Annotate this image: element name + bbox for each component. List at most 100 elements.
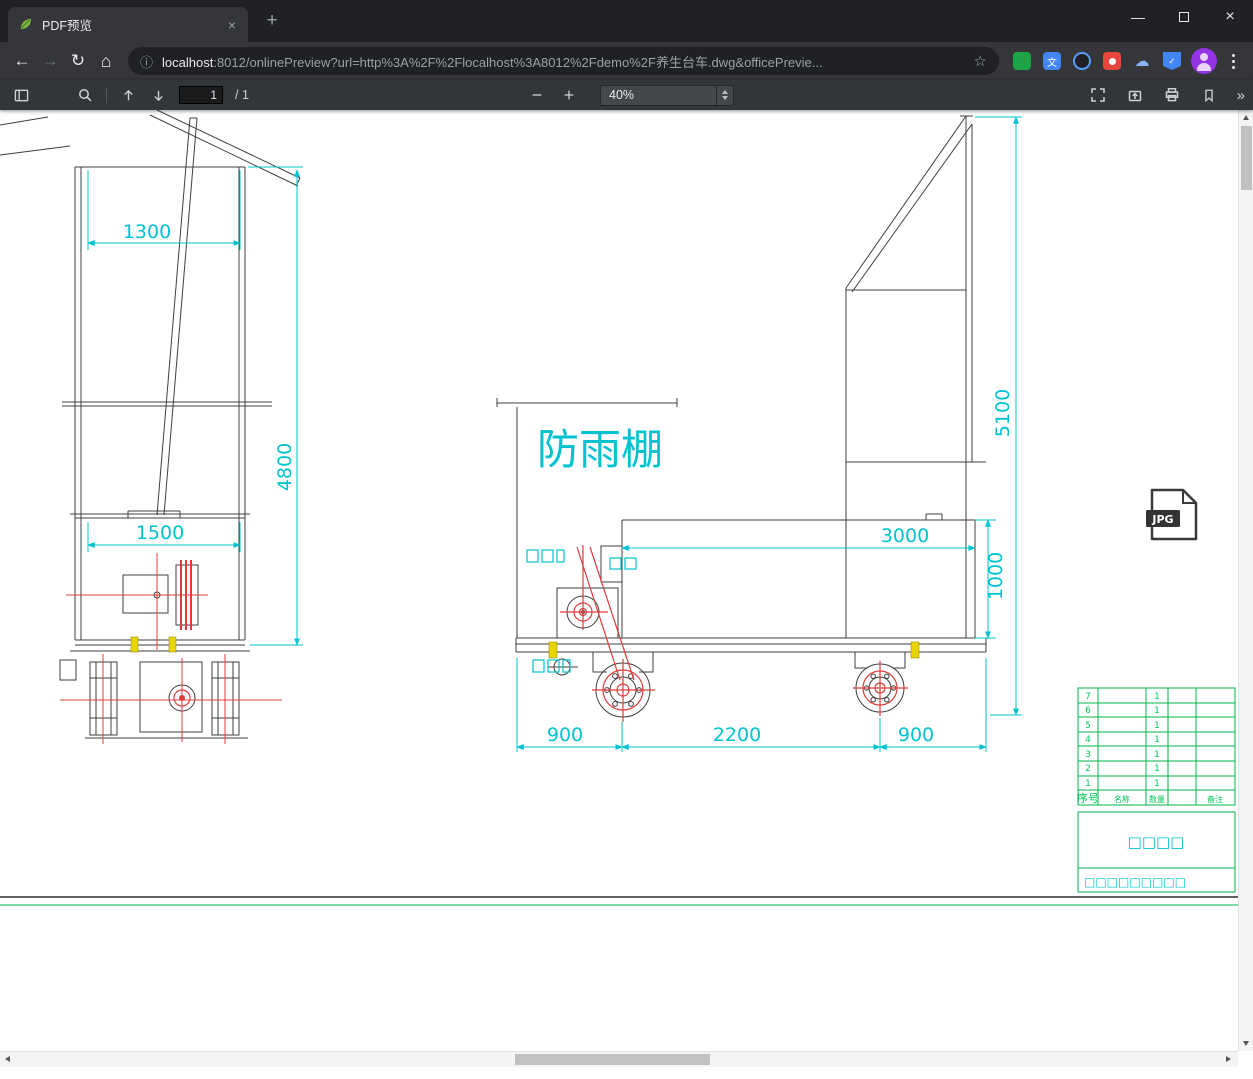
url-host: localhost [162,54,214,70]
scroll-right-arrow-icon[interactable] [1226,1056,1231,1062]
zoom-value: 40% [609,88,635,102]
page-number-input[interactable] [179,86,223,104]
profile-avatar[interactable] [1191,48,1217,74]
tb-row-qty: 1 [1154,692,1160,702]
new-tab-button[interactable]: + [260,9,284,33]
scroll-left-arrow-icon[interactable] [5,1056,10,1062]
window-title-bar: PDF预览 × + — × [0,0,1253,42]
scroll-down-arrow-icon[interactable] [1243,1041,1249,1046]
site-info-icon[interactable]: ⓘ [140,52,153,71]
tb-row-qty: 1 [1154,779,1160,789]
tb-row-no: 7 [1085,692,1091,702]
zoom-out-icon[interactable] [528,86,546,104]
more-tools-chevron-icon[interactable]: » [1237,88,1245,103]
shield-extension-icon[interactable]: ✓ [1163,52,1181,70]
zoom-in-icon[interactable] [560,86,578,104]
close-button[interactable]: × [1207,0,1253,33]
search-icon[interactable] [76,86,94,104]
maximize-icon [1179,11,1189,22]
window-controls: — × [1115,0,1253,33]
toolbar-separator [106,87,107,103]
dim-label-900-right: 900 [898,724,934,746]
print-icon[interactable] [1163,86,1181,104]
pdf-content: 1300 4800 1500 3000 1000 5100 900 2200 9… [0,110,1253,1079]
dim-label-1300: 1300 [123,221,171,243]
horizontal-scrollbar-row [0,1051,1253,1067]
horizontal-scrollbar[interactable] [0,1051,1238,1067]
tb-header-note: 备注 [1207,794,1223,804]
extension-green-icon[interactable] [1013,52,1031,70]
dim-label-3000: 3000 [881,525,929,547]
url-bar[interactable]: ⓘ localhost:8012/onlinePreview?url=http%… [128,47,999,75]
drawing-canvas: 1300 4800 1500 3000 1000 5100 900 2200 9… [0,110,1253,1051]
side-view-lines [496,115,987,718]
forward-button[interactable]: → [36,47,64,75]
tb-row-no: 1 [1085,779,1091,789]
scrollbar-corner [1238,1051,1253,1067]
front-view-lines [0,110,301,739]
tb-row-qty: 1 [1154,764,1160,774]
tb-row-no: 2 [1085,764,1091,774]
next-page-icon[interactable] [149,86,167,104]
browser-menu-icon[interactable] [1221,49,1245,73]
extensions-row: 文 ☁ ✓ [1013,52,1181,70]
extension-red-icon[interactable] [1103,52,1121,70]
jpg-icon-label: JPG [1151,513,1173,526]
dim-label-5100: 5100 [992,389,1014,437]
tb-header-name: 名称 [1114,794,1130,804]
minimize-button[interactable]: — [1115,0,1161,33]
vertical-scroll-thumb[interactable] [1241,126,1252,190]
jpg-file-icon: JPG [1146,488,1198,541]
page-total-label: / 1 [235,88,249,102]
cad-drawing: 1300 4800 1500 3000 1000 5100 900 2200 9… [0,110,1238,906]
bookmark-icon[interactable] [1200,86,1218,104]
extension-blue-circle-icon[interactable] [1073,52,1091,70]
maximize-button[interactable] [1161,0,1207,33]
refresh-button[interactable]: ↻ [64,47,92,75]
tb-bottom-text: □□□□□□□□□ [1084,875,1186,889]
tb-header-qty: 数量 [1149,794,1165,804]
browser-toolbar: ← → ↻ ⌂ ⓘ localhost:8012/onlinePreview?u… [0,42,1253,80]
zoom-select[interactable]: 40% [600,84,734,106]
open-in-app-icon[interactable] [1126,86,1144,104]
tb-row-qty: 1 [1154,706,1160,716]
yellow-markers [130,636,920,659]
browser-tab[interactable]: PDF预览 × [8,7,248,42]
home-button[interactable]: ⌂ [92,47,120,75]
dim-label-1500: 1500 [136,522,184,544]
tab-close-button[interactable]: × [226,17,238,33]
tab-title: PDF预览 [42,19,93,33]
rain-shelter-label: 防雨棚 [537,425,663,474]
cloud-extension-icon[interactable]: ☁ [1133,52,1151,70]
scroll-up-arrow-icon[interactable] [1243,115,1249,120]
translate-extension-icon[interactable]: 文 [1043,52,1061,70]
sheet-edges [0,896,1238,906]
url-text: localhost:8012/onlinePreview?url=http%3A… [162,52,966,71]
tb-row-no: 5 [1085,721,1091,731]
fullscreen-icon[interactable] [1089,86,1107,104]
bookmark-star-icon[interactable]: ☆ [974,52,987,70]
pdf-toolbar: / 1 40% » [0,80,1253,110]
side-view-centerlines [560,545,908,722]
dim-label-900-left: 900 [547,724,583,746]
tb-row-qty: 1 [1154,721,1160,731]
horizontal-scroll-thumb[interactable] [515,1054,710,1065]
tb-header-no: 序号 [1077,791,1099,805]
tb-row-qty: 1 [1154,750,1160,760]
tb-row-qty: 1 [1154,735,1160,745]
tb-row-no: 6 [1085,706,1091,716]
dim-label-2200: 2200 [713,724,761,746]
vertical-scrollbar[interactable] [1238,110,1253,1051]
tab-favicon-leaf-icon [18,17,33,32]
dim-label-1000: 1000 [985,552,1007,600]
title-block [1077,687,1236,893]
url-rest: :8012/onlinePreview?url=http%3A%2F%2Floc… [213,54,823,70]
tb-row-no: 3 [1085,750,1091,760]
back-button[interactable]: ← [8,47,36,75]
zoom-spinner-icon [716,85,733,105]
sidebar-toggle-icon[interactable] [12,86,30,104]
tb-row-no: 4 [1085,735,1091,745]
tb-title-text: □□□□ [1128,833,1185,851]
dim-label-4800: 4800 [274,443,296,491]
previous-page-icon[interactable] [119,86,137,104]
